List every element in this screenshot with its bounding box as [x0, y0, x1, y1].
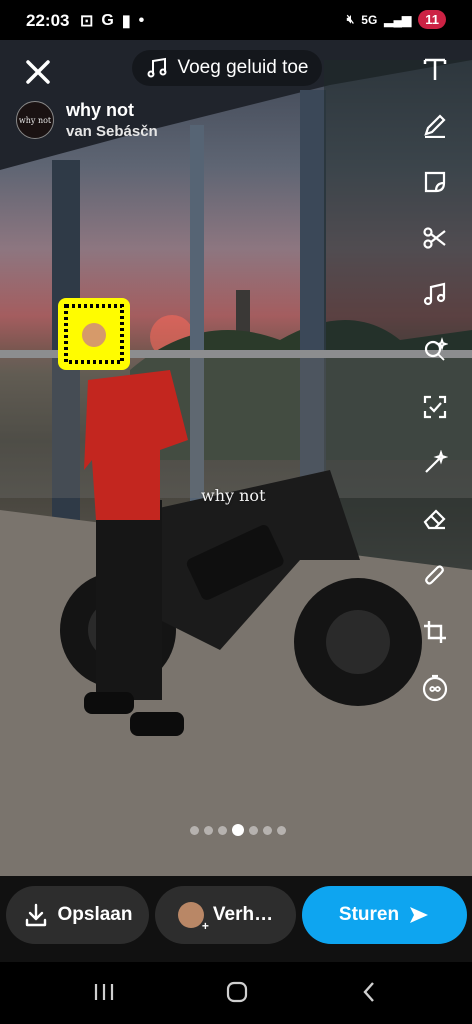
page-dot[interactable] — [263, 825, 272, 835]
save-button[interactable]: Opslaan — [6, 886, 149, 944]
profile-name: why not — [66, 100, 134, 120]
scissors-tool-icon[interactable] — [420, 223, 450, 253]
add-sound-label: Voeg geluid toe — [177, 57, 309, 78]
magic-wand-tool-icon[interactable] — [420, 448, 450, 478]
recents-icon — [94, 984, 114, 1000]
download-icon — [25, 903, 46, 927]
page-dot[interactable] — [277, 825, 286, 835]
editing-tools — [420, 54, 450, 730]
send-label: Sturen — [338, 904, 400, 925]
avatar: why not — [16, 101, 54, 139]
add-sound-button[interactable]: Voeg geluid toe — [132, 50, 322, 86]
close-button[interactable] — [22, 56, 54, 88]
text-tool-icon[interactable] — [420, 54, 450, 84]
mute-icon: 🔇︎ — [346, 12, 355, 26]
dot-icon: • — [138, 12, 145, 29]
page-dot[interactable] — [190, 825, 199, 835]
save-label: Opslaan — [57, 904, 133, 925]
network-label: 5G — [361, 12, 378, 27]
paperclip-tool-icon[interactable] — [420, 561, 450, 591]
google-icon: G — [101, 12, 114, 29]
scan-tool-icon[interactable] — [420, 392, 450, 422]
profile-header[interactable]: why not why not van Sebásčn — [16, 100, 158, 140]
back-button[interactable] — [358, 978, 380, 1011]
close-icon — [26, 60, 50, 84]
screenshot-icon: ⊡ — [80, 13, 94, 30]
pen-tool-icon[interactable] — [420, 110, 450, 140]
status-right-icons: 🔇︎ 5G ▂▄▆ 11 — [347, 10, 446, 29]
music-note-icon — [147, 57, 167, 78]
page-dot-active[interactable] — [232, 824, 244, 836]
profile-subtitle: van Sebásčn — [66, 123, 158, 140]
bitmoji-avatar-icon — [177, 902, 209, 933]
lens-search-tool-icon[interactable] — [420, 335, 450, 365]
recent-apps-button[interactable] — [92, 978, 116, 1011]
security-icon: ▮ — [121, 13, 131, 30]
home-button[interactable] — [224, 978, 250, 1011]
status-bar: 22:03 ⊡ G ▮ • 🔇︎ 5G ▂▄▆ 11 — [0, 0, 472, 40]
send-arrow-icon — [410, 907, 429, 923]
page-indicator — [190, 824, 286, 836]
clock: 22:03 — [26, 11, 70, 30]
signal-icon: ▂▄▆ — [384, 12, 412, 27]
crop-tool-icon[interactable] — [420, 617, 450, 647]
photo-scene — [0, 40, 472, 876]
page-dot[interactable] — [204, 825, 213, 835]
story-button[interactable]: Verh… — [155, 886, 296, 944]
timer-tool-icon[interactable] — [420, 673, 450, 703]
back-icon — [363, 982, 374, 1002]
eraser-tool-icon[interactable] — [420, 504, 450, 534]
send-button[interactable]: Sturen — [302, 886, 467, 944]
page-dot[interactable] — [249, 825, 258, 835]
home-icon — [226, 981, 248, 1003]
snap-photo[interactable]: why not — [0, 40, 472, 876]
sticker-tool-icon[interactable] — [420, 167, 450, 197]
story-label: Verh… — [212, 904, 274, 925]
page-dot[interactable] — [218, 825, 227, 835]
battery-badge: 11 — [418, 10, 446, 29]
music-tool-icon[interactable] — [420, 279, 450, 309]
caption-text[interactable]: why not — [201, 486, 266, 505]
status-left-icons: ⊡ G ▮ • — [80, 11, 144, 31]
